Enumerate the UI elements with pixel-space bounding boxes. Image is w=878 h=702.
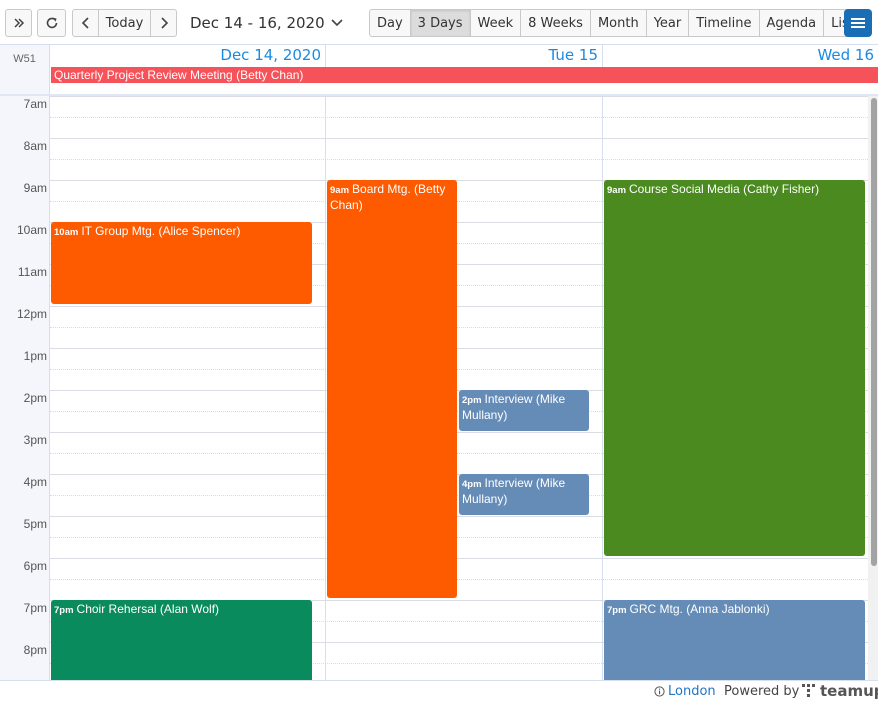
view-label: Week	[477, 15, 514, 31]
day-header-mon[interactable]: Dec 14, 2020	[51, 45, 326, 67]
date-range-picker[interactable]: Dec 14 - 16, 2020	[190, 9, 343, 37]
next-button[interactable]	[150, 9, 177, 37]
double-chevron-right-icon	[13, 18, 24, 28]
chevron-right-icon	[160, 17, 168, 29]
event-time: 7pm	[54, 605, 74, 616]
hour-label: 11am	[17, 265, 47, 279]
today-label: Today	[105, 15, 144, 31]
view-label: Day	[377, 15, 403, 31]
teamup-logo-icon	[802, 684, 815, 697]
event-time: 2pm	[462, 395, 482, 406]
view-8weeks-button[interactable]: 8 Weeks	[521, 9, 591, 37]
hour-label: 1pm	[23, 349, 47, 363]
menu-button[interactable]	[844, 9, 872, 37]
view-label: Month	[597, 15, 639, 31]
hour-label: 7pm	[23, 601, 47, 615]
view-label: 8 Weeks	[528, 15, 583, 31]
hour-label: 5pm	[23, 517, 47, 531]
event-time: 9am	[607, 185, 627, 196]
powered-by-label: Powered by	[724, 684, 800, 699]
day-divider	[602, 96, 603, 681]
event-time: 4pm	[462, 479, 482, 490]
calendar-header: W51 Dec 14, 2020 Tue 15 Wed 16 Quarterly…	[0, 45, 878, 96]
view-day-button[interactable]: Day	[369, 9, 411, 37]
brand-label: teamup	[820, 682, 878, 700]
half-hour-line	[50, 159, 868, 160]
timezone-label: London	[668, 684, 716, 699]
chevron-down-icon	[331, 19, 343, 27]
view-year-button[interactable]: Year	[646, 9, 690, 37]
half-hour-line	[50, 579, 868, 580]
hour-label: 7am	[23, 97, 47, 111]
all-day-event[interactable]: Quarterly Project Review Meeting (Betty …	[51, 67, 878, 83]
event-time: 9am	[330, 185, 350, 196]
calendar-event[interactable]: 7pm Choir Rehersal (Alan Wolf)	[51, 600, 312, 681]
view-label: 3 Days	[417, 15, 463, 31]
hour-line	[50, 96, 868, 97]
expand-sidebar-button[interactable]	[5, 9, 32, 37]
view-month-button[interactable]: Month	[590, 9, 647, 37]
day-header-tue[interactable]: Tue 15	[326, 45, 603, 67]
event-time: 10am	[54, 227, 79, 238]
calendar-event[interactable]: 9am Board Mtg. (Betty Chan)	[327, 180, 457, 598]
view-switcher: Day 3 Days Week 8 Weeks Month Year Timel…	[369, 9, 862, 37]
scrollbar-thumb[interactable]	[871, 98, 877, 566]
calendar-event[interactable]: 4pm Interview (Mike Mullany)	[459, 474, 589, 515]
timezone-link[interactable]: London	[654, 684, 716, 699]
calendar-event[interactable]: 9am Course Social Media (Cathy Fisher)	[604, 180, 865, 556]
view-agenda-button[interactable]: Agenda	[759, 9, 825, 37]
hour-label: 6pm	[23, 559, 47, 573]
calendar-event[interactable]: 10am IT Group Mtg. (Alice Spencer)	[51, 222, 312, 304]
calendar-event[interactable]: 7pm GRC Mtg. (Anna Jablonki)	[604, 600, 865, 681]
week-number: W51	[0, 45, 50, 95]
half-hour-line	[50, 117, 868, 118]
hour-line	[50, 138, 868, 139]
view-label: Agenda	[766, 15, 817, 31]
time-grid: 7am 8am 9am 10am 11am 12pm 1pm 2pm 3pm 4pm 5pm 6pm 7…	[0, 96, 878, 681]
info-icon	[654, 686, 665, 697]
date-range-label: Dec 14 - 16, 2020	[190, 14, 325, 32]
hamburger-menu-icon	[851, 18, 865, 28]
hour-label: 2pm	[23, 391, 47, 405]
refresh-icon	[46, 17, 57, 29]
toolbar: Today Dec 14 - 16, 2020 Day 3 Days Week …	[0, 0, 878, 44]
chevron-left-icon	[81, 17, 89, 29]
view-week-button[interactable]: Week	[470, 9, 522, 37]
view-timeline-button[interactable]: Timeline	[689, 9, 760, 37]
hour-label: 9am	[23, 181, 47, 195]
previous-button[interactable]	[72, 9, 99, 37]
event-title: Course Social Media (Cathy Fisher)	[629, 182, 820, 196]
hour-label: 3pm	[23, 433, 47, 447]
day-divider	[325, 96, 326, 681]
event-title: Choir Rehersal (Alan Wolf)	[76, 602, 220, 616]
calendar-grid: W51 Dec 14, 2020 Tue 15 Wed 16 Quarterly…	[0, 44, 878, 681]
view-label: Year	[653, 15, 682, 31]
today-button[interactable]: Today	[98, 9, 151, 37]
hour-label: 8pm	[23, 643, 47, 657]
view-label: Timeline	[696, 15, 752, 31]
view-3days-button[interactable]: 3 Days	[410, 9, 471, 37]
teamup-logo[interactable]: teamup	[802, 682, 878, 700]
calendar-event[interactable]: 2pm Interview (Mike Mullany)	[459, 390, 589, 431]
event-title: GRC Mtg. (Anna Jablonki)	[629, 602, 770, 616]
hour-label: 8am	[23, 139, 47, 153]
footer: London Powered by teamup	[0, 680, 878, 702]
event-title: IT Group Mtg. (Alice Spencer)	[81, 224, 241, 238]
hour-label: 12pm	[16, 307, 47, 321]
hour-label: 10am	[16, 223, 47, 237]
hour-line	[50, 558, 868, 559]
refresh-button[interactable]	[37, 9, 66, 37]
hour-label: 4pm	[23, 475, 47, 489]
event-time: 7pm	[607, 605, 627, 616]
day-header-wed[interactable]: Wed 16	[603, 45, 878, 67]
